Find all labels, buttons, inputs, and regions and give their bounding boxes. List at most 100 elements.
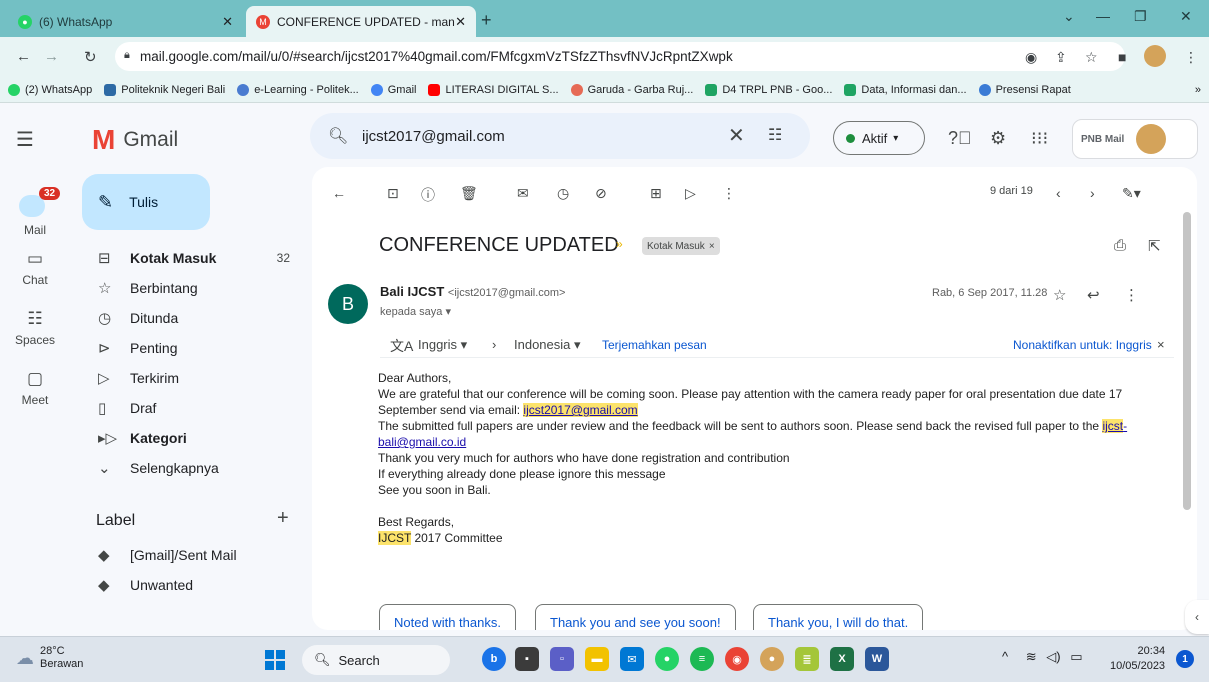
nav-item-more[interactable]: ⌄ Selengkapnya [98, 453, 298, 483]
bookmark-item[interactable]: Garuda - Garba Ruj... [570, 83, 693, 96]
input-tools-icon[interactable]: ✎▾ [1122, 185, 1141, 202]
teams-icon[interactable]: ▫ [550, 647, 574, 671]
bookmark-item[interactable]: (2) WhatsApp [8, 83, 92, 96]
maximize-button[interactable]: ❐ [1134, 8, 1147, 25]
sender-avatar[interactable]: B [328, 284, 368, 324]
notification-badge[interactable]: 1 [1176, 650, 1194, 668]
nav-item-label-sent-mail[interactable]: ◆ [Gmail]/Sent Mail [98, 540, 298, 570]
bookmark-star-icon[interactable]: ☆ [1085, 49, 1098, 66]
recipient-line[interactable]: kepada saya ▾ [380, 305, 451, 318]
battery-icon[interactable]: ▭ [1070, 649, 1082, 664]
chrome-icon[interactable]: ◉ [725, 647, 749, 671]
nav-item-inbox[interactable]: ⊟ Kotak Masuk 32 [98, 243, 298, 273]
tab-search-icon[interactable]: ⌄ [1063, 8, 1075, 25]
source-language-select[interactable]: Inggris ▾ [418, 337, 467, 353]
search-input[interactable] [362, 124, 662, 148]
help-icon[interactable]: ?⃝ [948, 128, 972, 149]
target-language-select[interactable]: Indonesia ▾ [514, 337, 581, 353]
more-options-icon[interactable]: ⋮ [722, 185, 736, 202]
nav-item-important[interactable]: ⊳ Penting [98, 333, 298, 363]
new-tab-button[interactable]: + [481, 10, 492, 31]
share-icon[interactable]: ⇪ [1055, 49, 1067, 66]
main-menu-icon[interactable]: ☰ [16, 127, 34, 152]
whatsapp-icon[interactable]: ● [655, 647, 679, 671]
weather-widget[interactable]: ☁ 28°C Berawan [16, 645, 83, 671]
settings-gear-icon[interactable]: ⚙ [990, 128, 1006, 149]
smart-reply-button[interactable]: Thank you and see you soon! [535, 604, 736, 630]
clear-search-icon[interactable]: ✕ [728, 123, 745, 148]
bookmark-item[interactable]: Politeknik Negeri Bali [104, 83, 225, 96]
tab-whatsapp[interactable]: ● (6) WhatsApp ✕ [8, 6, 243, 37]
reply-icon[interactable]: ↩ [1087, 286, 1100, 304]
notepad-icon[interactable]: ≣ [795, 647, 819, 671]
back-button[interactable]: ← [16, 48, 31, 65]
rail-item-mail[interactable]: 32 Mail [0, 179, 70, 237]
move-to-icon[interactable]: ⊞ [650, 185, 662, 202]
smart-reply-button[interactable]: Thank you, I will do that. [753, 604, 924, 630]
volume-icon[interactable]: ◁) [1046, 649, 1060, 664]
system-tray[interactable]: ^ ≋ ◁) ▭ [1002, 649, 1083, 665]
reload-button[interactable]: ↻ [84, 48, 97, 66]
previous-icon[interactable]: ‹ [1056, 185, 1061, 201]
mark-unread-icon[interactable]: ✉ [517, 185, 529, 202]
side-panel-toggle[interactable]: ‹ [1185, 600, 1209, 634]
apps-grid-icon[interactable]: ⁝⁝⁝ [1031, 128, 1048, 149]
nav-item-starred[interactable]: ☆ Berbintang [98, 273, 298, 303]
smart-reply-button[interactable]: Noted with thanks. [379, 604, 516, 630]
bookmark-item[interactable]: e-Learning - Politek... [237, 83, 359, 96]
next-icon[interactable]: › [1090, 185, 1095, 201]
report-spam-icon[interactable]: ⓘ [421, 185, 435, 205]
chevron-up-icon[interactable]: ^ [1002, 649, 1008, 664]
disable-translation-link[interactable]: Nonaktifkan untuk: Inggris [1013, 338, 1152, 352]
nav-item-snoozed[interactable]: ◷ Ditunda [98, 303, 298, 333]
close-icon[interactable]: ✕ [222, 14, 233, 30]
bookmark-item[interactable]: Gmail [370, 83, 416, 96]
bookmark-item[interactable]: LITERASI DIGITAL S... [428, 83, 559, 96]
profile-avatar[interactable] [1144, 45, 1166, 67]
bookmark-item[interactable]: Presensi Rapat [978, 83, 1071, 96]
tab-conference-updated[interactable]: M CONFERENCE UPDATED - manik ✕ [246, 6, 476, 37]
nav-item-sent[interactable]: ▷ Terkirim [98, 363, 298, 393]
close-translate-icon[interactable]: × [1157, 337, 1165, 352]
sender-name[interactable]: Bali IJCST [380, 284, 444, 299]
chrome-profile-icon[interactable]: ● [760, 647, 784, 671]
file-explorer-icon[interactable]: ▬ [585, 647, 609, 671]
open-new-window-icon[interactable]: ⇱ [1148, 237, 1161, 255]
sidepanel-icon[interactable]: ■ [1118, 49, 1126, 65]
search-options-icon[interactable]: ☷ [768, 125, 782, 145]
delete-icon[interactable]: 🗑︎ [460, 185, 478, 202]
add-label-button[interactable]: + [277, 507, 289, 530]
spotify-icon[interactable]: ≡ [690, 647, 714, 671]
lock-icon[interactable]: 🔒︎ [124, 49, 130, 62]
nav-item-categories[interactable]: ▸▷ Kategori [98, 423, 298, 453]
account-switcher[interactable]: PNB Mail [1072, 119, 1198, 159]
taskbar-search[interactable]: 🔍︎ Search [302, 645, 450, 675]
eye-icon[interactable]: ◉ [1025, 49, 1037, 66]
menu-icon[interactable]: ⋮ [1184, 49, 1198, 66]
importance-marker-icon[interactable]: » [616, 237, 623, 251]
rail-item-chat[interactable]: ▭ Chat [0, 249, 70, 287]
gmail-logo[interactable]: M Gmail [92, 126, 178, 154]
bookmarks-overflow-icon[interactable]: » [1195, 84, 1201, 96]
bookmark-item[interactable]: Data, Informasi dan... [844, 83, 967, 96]
minimize-button[interactable]: — [1096, 8, 1110, 24]
back-arrow-icon[interactable]: ← [332, 185, 346, 201]
avatar[interactable] [1136, 124, 1167, 154]
url-text[interactable]: mail.google.com/mail/u/0/#search/ijcst20… [140, 49, 733, 64]
label-chip[interactable]: Kotak Masuk × [642, 237, 720, 255]
rail-item-spaces[interactable]: ☷ Spaces [0, 309, 70, 347]
taskbar-app-icon[interactable]: ▪ [515, 647, 539, 671]
snooze-icon[interactable]: ◷ [557, 185, 569, 202]
rail-item-meet[interactable]: ▢ Meet [0, 369, 70, 407]
wifi-icon[interactable]: ≋ [1026, 649, 1037, 664]
remove-label-icon[interactable]: × [709, 241, 715, 252]
search-icon[interactable]: 🔍︎ [328, 126, 348, 146]
taskbar-app-icon[interactable]: b [482, 647, 506, 671]
scrollbar[interactable] [1183, 212, 1191, 510]
add-task-icon[interactable]: ⊘ [595, 185, 607, 202]
star-icon[interactable]: ☆ [1053, 286, 1066, 304]
email-link[interactable]: ijcst2017@gmail.com [523, 403, 638, 417]
translate-message-link[interactable]: Terjemahkan pesan [602, 338, 707, 352]
excel-icon[interactable]: X [830, 647, 854, 671]
word-icon[interactable]: W [865, 647, 889, 671]
